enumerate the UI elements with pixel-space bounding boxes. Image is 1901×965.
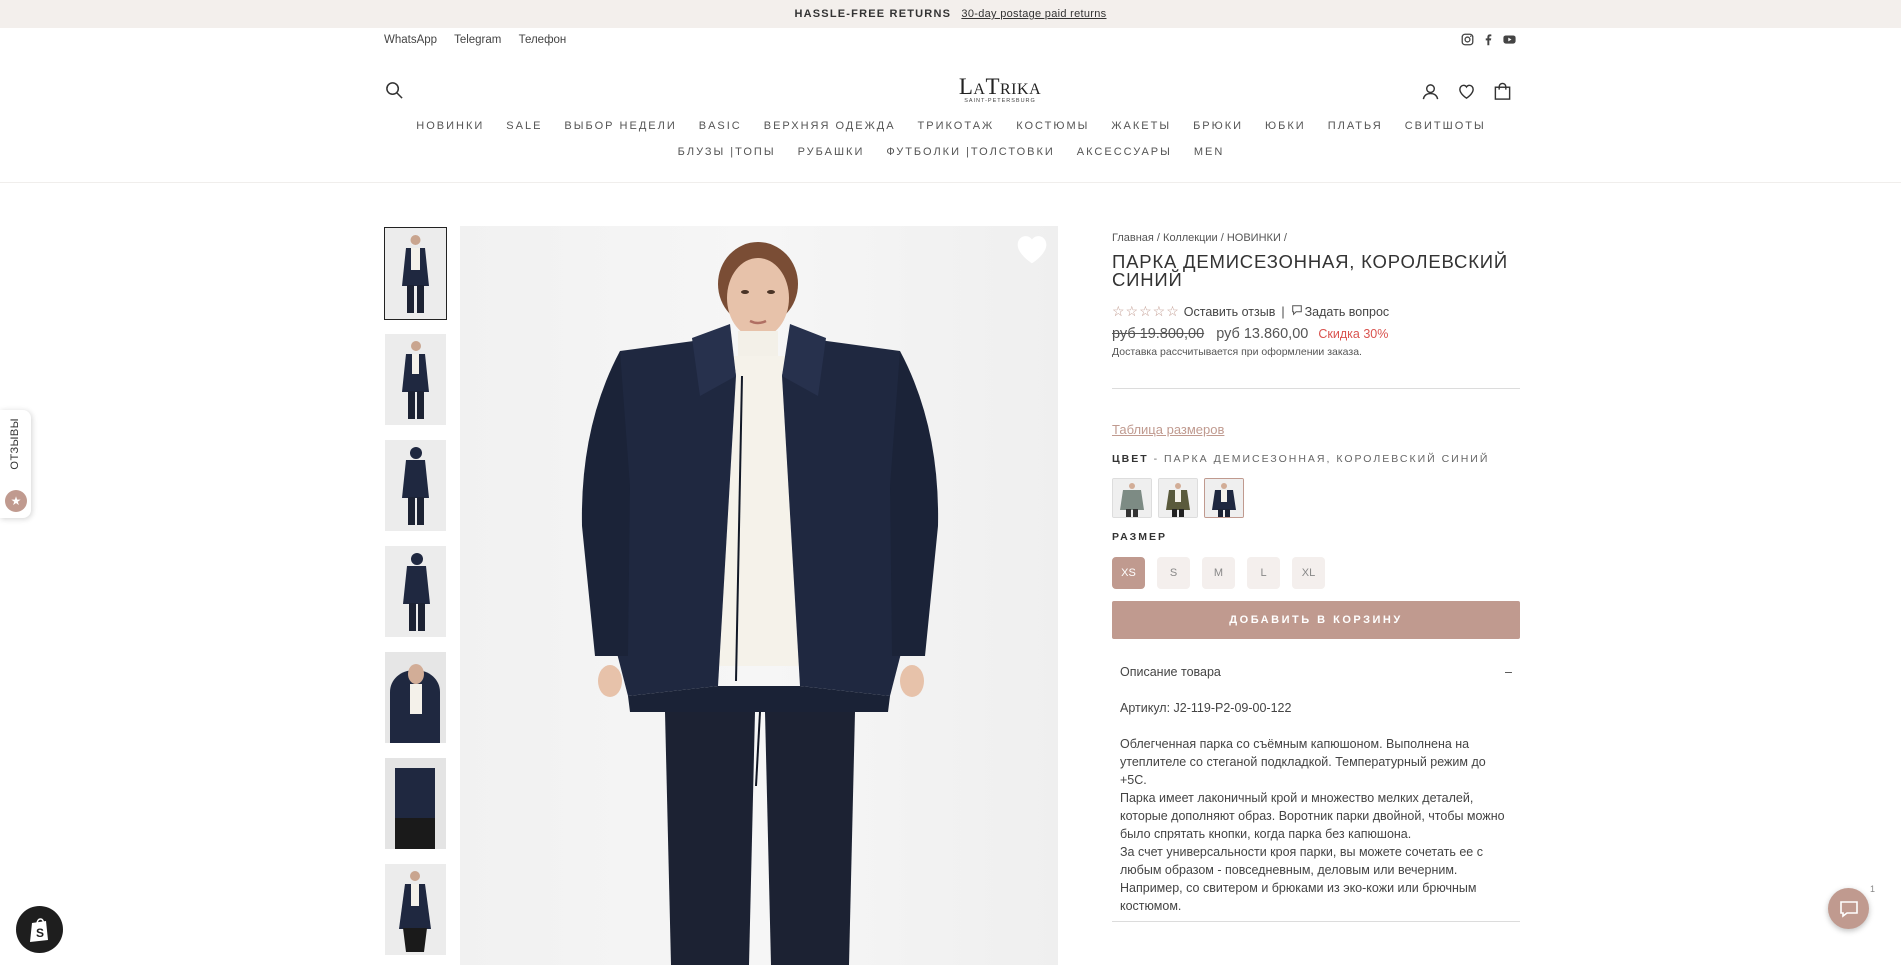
color-swatch-green-grey[interactable] [1112, 478, 1152, 518]
old-price: руб 19.800,00 [1112, 326, 1205, 342]
article-number: Артикул: J2-119-P2-09-00-122 [1120, 701, 1292, 715]
nav-item-shirts[interactable]: РУБАШКИ [798, 146, 865, 158]
nav-item-sweatshirts[interactable]: СВИТШОТЫ [1405, 120, 1486, 132]
favorite-heart-icon[interactable] [1014, 232, 1050, 271]
nav-item-blouses[interactable]: БЛУЗЫ |ТОПЫ [678, 146, 776, 158]
chat-bubble-icon [1291, 304, 1303, 319]
logo-subtitle: SAINT-PETERSBURG [964, 98, 1036, 104]
thumbnail-2[interactable] [385, 334, 446, 425]
description-body: Артикул: J2-119-P2-09-00-122 Облегченная… [1112, 699, 1520, 915]
rating-stars[interactable]: ☆☆☆☆☆ [1112, 303, 1180, 320]
account-icon[interactable] [1421, 82, 1440, 106]
cart-bag-icon[interactable] [1493, 82, 1512, 106]
nav-item-suits[interactable]: КОСТЮМЫ [1016, 120, 1089, 132]
chat-icon [1839, 900, 1858, 918]
size-option-l[interactable]: L [1247, 557, 1280, 589]
nav-item-dresses[interactable]: ПЛАТЬЯ [1328, 120, 1383, 132]
wishlist-heart-icon[interactable] [1457, 82, 1476, 106]
header-icons [1421, 82, 1512, 106]
returns-link[interactable]: 30-day postage paid returns [961, 8, 1106, 20]
nav-item-outerwear[interactable]: ВЕРХНЯЯ ОДЕЖДА [764, 120, 896, 132]
color-swatch-olive[interactable] [1158, 478, 1198, 518]
telegram-link[interactable]: Telegram [454, 34, 501, 46]
thumbnail-4[interactable] [385, 546, 446, 637]
reviews-tab-label: ОТЗЫВЫ [9, 418, 21, 470]
size-label: РАЗМЕР [1112, 531, 1167, 543]
nav-item-accessories[interactable]: АКСЕССУАРЫ [1077, 146, 1172, 158]
size-options: XS S M L XL [1112, 557, 1520, 589]
main-nav-row-1: НОВИНКИ SALE ВЫБОР НЕДЕЛИ BASIC ВЕРХНЯЯ ОДЕЖ… [384, 120, 1518, 132]
nav-item-new[interactable]: НОВИНКИ [416, 120, 484, 132]
divider [1112, 388, 1520, 389]
description-paragraph-1: Облегченная парка со съёмным капюшоном. … [1120, 737, 1486, 787]
header-divider [0, 182, 1901, 183]
thumbnail-3[interactable] [385, 440, 446, 531]
instagram-icon[interactable] [1461, 33, 1474, 51]
rating-separator: | [1281, 304, 1285, 319]
color-label: ЦВЕТ - ПАРКА ДЕМИСЕЗОННАЯ, КОРОЛЕВСКИЙ С… [1112, 453, 1520, 465]
nav-item-jackets[interactable]: ЖАКЕТЫ [1111, 120, 1171, 132]
announcement-text: HASSLE-FREE RETURNS [794, 8, 952, 20]
chat-count: 1 [1869, 884, 1875, 894]
current-price: руб 13.860,00 [1216, 326, 1309, 342]
description-divider [1112, 921, 1520, 922]
description-paragraph-2: Парка имеет лаконичный крой и множество … [1120, 791, 1505, 841]
youtube-icon[interactable] [1503, 33, 1516, 51]
thumbnail-5[interactable] [385, 652, 446, 743]
chat-widget-button[interactable]: 1 [1828, 884, 1875, 929]
nav-item-basic[interactable]: BASIC [699, 120, 742, 132]
leave-review-link[interactable]: Оставить отзыв [1184, 305, 1276, 319]
size-option-xs[interactable]: XS [1112, 557, 1145, 589]
product-info: Главная / Коллекции / НОВИНКИ / ПАРКА ДЕ… [1112, 232, 1520, 922]
description-accordion-header[interactable]: Описание товара – [1112, 665, 1520, 679]
color-label-text: ЦВЕТ [1112, 453, 1149, 465]
size-option-s[interactable]: S [1157, 557, 1190, 589]
nav-item-sale[interactable]: SALE [506, 120, 542, 132]
size-option-xl[interactable]: XL [1292, 557, 1325, 589]
description-title: Описание товара [1120, 665, 1221, 679]
nav-item-trousers[interactable]: БРЮКИ [1193, 120, 1243, 132]
facebook-icon[interactable] [1482, 33, 1495, 51]
thumbnail-1[interactable] [384, 227, 447, 320]
nav-item-men[interactable]: MEN [1194, 146, 1224, 158]
description-paragraph-3: За счет универсальности кроя парки, вы м… [1120, 845, 1483, 913]
color-swatch-royal-blue[interactable] [1204, 478, 1244, 518]
size-option-m[interactable]: M [1202, 557, 1235, 589]
logo-text: LaTrika [958, 74, 1042, 99]
price-row: руб 19.800,00 руб 13.860,00 Скидка 30% [1112, 326, 1520, 342]
main-product-image[interactable] [460, 226, 1058, 965]
site-logo[interactable]: LaTrika SAINT-PETERSBURG [900, 74, 1100, 104]
nav-item-knitwear[interactable]: ТРИКОТАЖ [918, 120, 995, 132]
collapse-icon[interactable]: – [1505, 665, 1512, 679]
shipping-note: Доставка рассчитывается при оформлении з… [1112, 346, 1362, 358]
thumbnail-6[interactable] [385, 758, 446, 849]
add-to-cart-button[interactable]: ДОБАВИТЬ В КОРЗИНУ [1112, 601, 1520, 639]
thumbnail-7[interactable] [385, 864, 446, 955]
size-chart-link[interactable]: Таблица размеров [1112, 422, 1520, 437]
shopify-bag-icon: S [29, 917, 48, 942]
nav-item-skirts[interactable]: ЮБКИ [1265, 120, 1306, 132]
product-title: ПАРКА ДЕМИСЕЗОННАЯ, КОРОЛЕВСКИЙ СИНИЙ [1112, 251, 1508, 290]
whatsapp-link[interactable]: WhatsApp [384, 34, 437, 46]
phone-link[interactable]: Телефон [519, 34, 567, 46]
breadcrumb[interactable]: Главная / Коллекции / НОВИНКИ / [1112, 232, 1520, 244]
top-contact-links: WhatsApp Telegram Телефон [384, 34, 580, 46]
discount-badge: Скидка 30% [1318, 327, 1389, 341]
nav-item-tshirts[interactable]: ФУТБОЛКИ |ТОЛСТОВКИ [886, 146, 1054, 158]
announcement-bar: HASSLE-FREE RETURNS 30-day postage paid … [0, 0, 1901, 28]
shopify-badge[interactable]: S [16, 906, 63, 953]
search-icon[interactable] [385, 81, 404, 105]
rating-row: ☆☆☆☆☆ Оставить отзыв | Задать вопрос [1112, 303, 1520, 320]
color-swatches [1112, 478, 1520, 518]
star-icon: ★ [5, 490, 27, 512]
color-value: - ПАРКА ДЕМИСЕЗОННАЯ, КОРОЛЕВСКИЙ СИНИЙ [1153, 453, 1490, 465]
reviews-side-tab[interactable]: ОТЗЫВЫ ★ [0, 410, 31, 518]
main-nav-row-2: БЛУЗЫ |ТОПЫ РУБАШКИ ФУТБОЛКИ |ТОЛСТОВКИ АКС… [384, 146, 1518, 158]
nav-item-weekly-pick[interactable]: ВЫБОР НЕДЕЛИ [564, 120, 676, 132]
ask-question-link[interactable]: Задать вопрос [1305, 305, 1390, 319]
social-links [1461, 33, 1516, 51]
svg-text:S: S [36, 926, 44, 940]
